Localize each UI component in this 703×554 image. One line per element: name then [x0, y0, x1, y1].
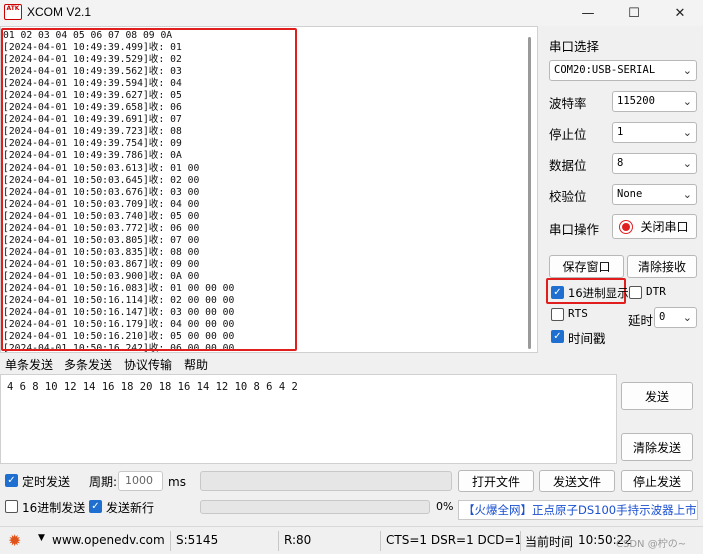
- stop-bits-value: 1: [617, 126, 624, 138]
- close-port-button[interactable]: 关闭串口: [612, 214, 697, 239]
- parity-select[interactable]: None ⌄: [612, 184, 697, 205]
- chevron-down-icon: ⌄: [682, 126, 692, 139]
- port-value: COM20:USB-SERIAL: [554, 64, 656, 76]
- line-signals: CTS=1 DSR=1 DCD=1: [386, 533, 523, 547]
- hex-display-checkbox[interactable]: ✓: [551, 286, 564, 299]
- baud-select[interactable]: 115200 ⌄: [612, 91, 697, 112]
- ad-banner[interactable]: 【火爆全网】正点原子DS100手持示波器上市: [458, 500, 698, 520]
- receive-text-area[interactable]: 01 02 03 04 05 06 07 08 09 0A [2024-04-01…: [0, 26, 538, 353]
- status-divider: [380, 531, 381, 551]
- file-progress-percent: 0%: [436, 500, 454, 513]
- tab-multi-send[interactable]: 多条发送: [64, 356, 112, 373]
- send-button[interactable]: 发送: [621, 382, 693, 410]
- port-status-led-icon: [620, 220, 633, 233]
- receive-highlight-box: [1, 28, 297, 351]
- dropdown-arrow-icon[interactable]: ▼: [38, 533, 45, 543]
- dtr-checkbox[interactable]: [629, 286, 642, 299]
- watermark: CSDN @柠の~: [616, 539, 687, 550]
- chevron-down-icon: ⌄: [682, 311, 692, 324]
- website-link[interactable]: www.openedv.com: [52, 533, 165, 547]
- parity-label: 校验位: [549, 189, 587, 204]
- timed-send-checkbox[interactable]: ✓: [5, 474, 18, 487]
- data-bits-label: 数据位: [549, 158, 587, 173]
- banner-tag: 【火爆全网】: [463, 503, 532, 517]
- banner-text: 正点原子DS100手持示波器上市: [532, 503, 697, 517]
- send-tabs: 单条发送 多条发送 协议传输 帮助: [0, 354, 540, 374]
- hex-send-checkbox[interactable]: [5, 500, 18, 513]
- data-bits-value: 8: [617, 157, 624, 169]
- port-select[interactable]: COM20:USB-SERIAL ⌄: [549, 60, 697, 81]
- window-title: XCOM V2.1: [27, 5, 92, 19]
- open-file-button[interactable]: 打开文件: [458, 470, 534, 492]
- send-text: 4 6 8 10 12 14 16 18 20 18 16 14 12 10 8…: [7, 381, 298, 393]
- baud-value: 115200: [617, 95, 655, 107]
- rts-checkbox[interactable]: [551, 308, 564, 321]
- serial-settings-panel: 串口选择 COM20:USB-SERIAL ⌄ 波特率 115200 ⌄ 停止位…: [540, 26, 703, 348]
- status-bar: ✹ ▼ www.openedv.com S:5145 R:80 CTS=1 DS…: [0, 526, 703, 554]
- timestamp-label: 时间戳: [568, 331, 606, 346]
- gear-icon[interactable]: ✹: [8, 531, 21, 550]
- dtr-label: DTR: [646, 285, 666, 298]
- received-count: R:80: [284, 533, 312, 547]
- clear-receive-button[interactable]: 清除接收: [627, 255, 697, 278]
- delay-select[interactable]: 0 ⌄: [654, 307, 697, 328]
- close-port-label: 关闭串口: [640, 220, 689, 234]
- receive-scrollbar[interactable]: [528, 37, 531, 349]
- hex-send-label: 16进制发送: [22, 501, 86, 515]
- send-file-button[interactable]: 发送文件: [539, 470, 615, 492]
- close-button[interactable]: ✕: [657, 0, 703, 26]
- status-divider: [278, 531, 279, 551]
- delay-value: 0: [659, 311, 666, 323]
- status-divider: [170, 531, 171, 551]
- clear-send-button[interactable]: 清除发送: [621, 433, 693, 461]
- rts-label: RTS: [568, 307, 588, 320]
- hex-display-label: 16进制显示: [568, 286, 629, 300]
- stop-send-button[interactable]: 停止发送: [621, 470, 693, 492]
- tab-help[interactable]: 帮助: [184, 356, 208, 373]
- timestamp-checkbox[interactable]: ✓: [551, 330, 564, 343]
- status-divider: [520, 531, 521, 551]
- app-logo-text: ATK: [6, 5, 20, 12]
- current-time-label: 当前时间: [525, 535, 574, 549]
- chevron-down-icon: ⌄: [682, 188, 692, 201]
- timed-send-label: 定时发送: [22, 475, 71, 489]
- ms-label: ms: [168, 475, 186, 489]
- send-text-area[interactable]: 4 6 8 10 12 14 16 18 20 18 16 14 12 10 8…: [0, 374, 617, 464]
- chevron-down-icon: ⌄: [682, 157, 692, 170]
- tab-protocol[interactable]: 协议传输: [124, 356, 172, 373]
- app-logo: ATK: [4, 4, 22, 20]
- stop-bits-select[interactable]: 1 ⌄: [612, 122, 697, 143]
- port-operation-label: 串口操作: [549, 222, 600, 237]
- parity-value: None: [617, 188, 643, 200]
- period-input[interactable]: 1000: [118, 471, 163, 491]
- data-bits-select[interactable]: 8 ⌄: [612, 153, 697, 174]
- tab-single-send[interactable]: 单条发送: [5, 356, 53, 373]
- chevron-down-icon: ⌄: [682, 95, 692, 108]
- period-label: 周期:: [89, 475, 118, 489]
- maximize-button[interactable]: ☐: [611, 0, 657, 26]
- save-window-button[interactable]: 保存窗口: [549, 255, 624, 278]
- baud-label: 波特率: [549, 96, 587, 111]
- send-newline-checkbox[interactable]: ✓: [89, 500, 102, 513]
- delay-label: 延时: [628, 313, 654, 328]
- stop-bits-label: 停止位: [549, 127, 587, 142]
- minimize-button[interactable]: —: [565, 0, 611, 26]
- port-label: 串口选择: [549, 39, 600, 54]
- file-progress-bar: [200, 500, 430, 514]
- timer-progress-bar: [200, 471, 452, 491]
- sent-count: S:5145: [176, 533, 219, 547]
- title-bar: ATK XCOM V2.1 — ☐ ✕: [0, 0, 703, 26]
- send-newline-label: 发送新行: [106, 501, 155, 515]
- chevron-down-icon: ⌄: [682, 64, 692, 77]
